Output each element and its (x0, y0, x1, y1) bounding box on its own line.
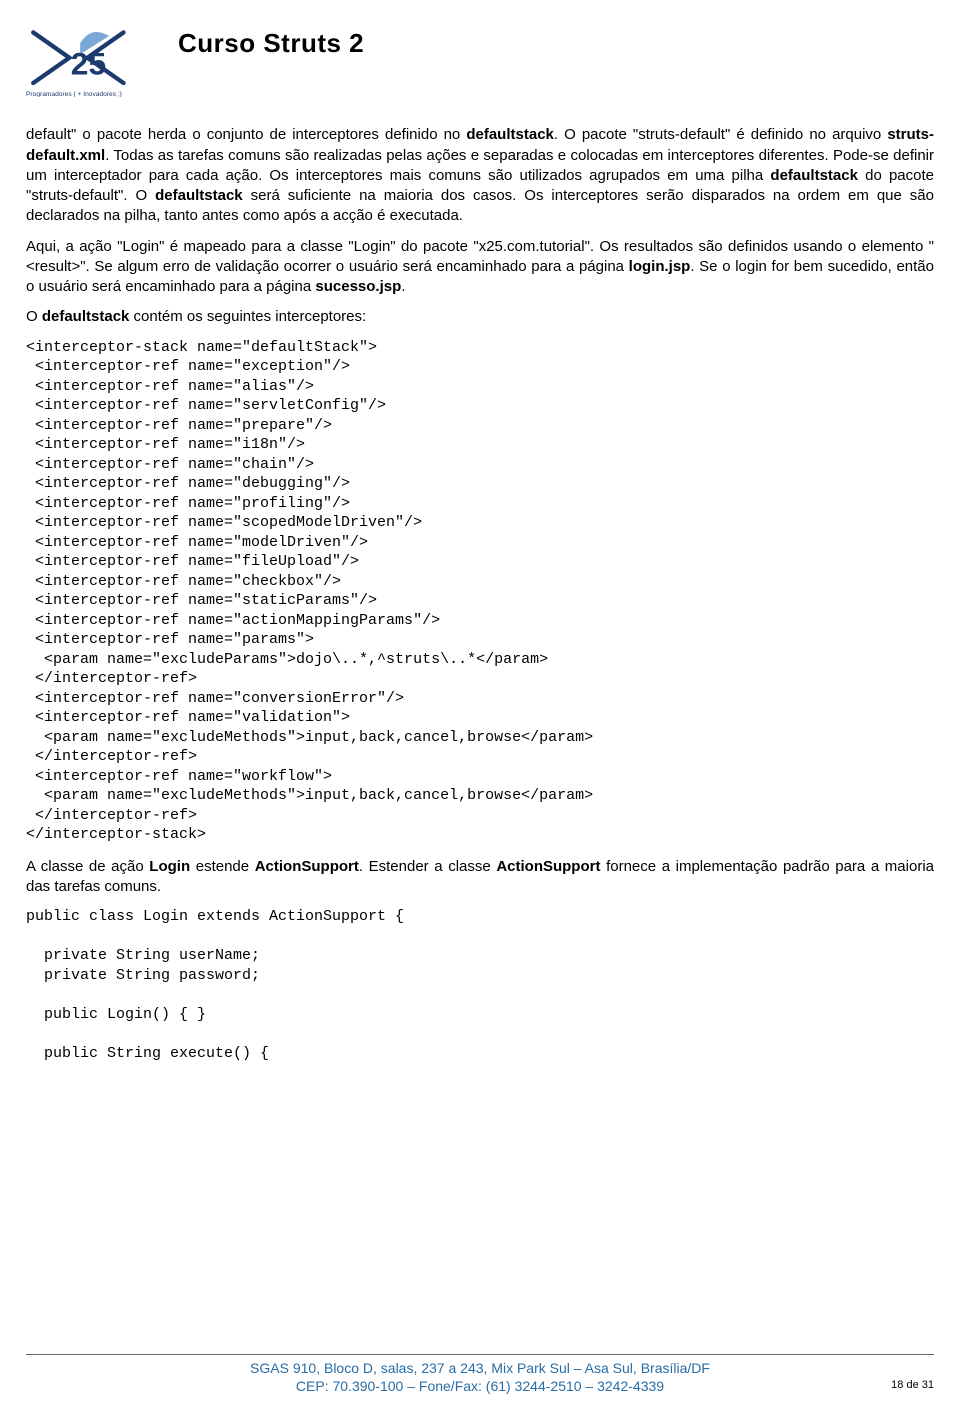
body-content: default" o pacote herda o conjunto de in… (26, 125, 934, 1063)
paragraph-3: O defaultstack contém os seguintes inter… (26, 307, 934, 327)
footer-divider (26, 1354, 934, 1355)
text: estende (190, 858, 255, 875)
text: A classe de ação (26, 858, 149, 875)
footer-address-2: CEP: 70.390-100 – Fone/Fax: (61) 3244-25… (26, 1377, 934, 1395)
course-title: Curso Struts 2 (178, 26, 364, 61)
text-bold: defaultstack (770, 167, 858, 184)
text-bold: ActionSupport (255, 858, 359, 875)
paragraph-2: Aqui, a ação "Login" é mapeado para a cl… (26, 237, 934, 298)
text: . (401, 278, 405, 295)
text: O (26, 308, 42, 325)
page-footer: SGAS 910, Bloco D, salas, 237 a 243, Mix… (26, 1354, 934, 1395)
code-block-interceptors: <interceptor-stack name="defaultStack"> … (26, 338, 934, 845)
logo: 25 Programadores { + Inovadores ;} (26, 18, 156, 97)
text: . O pacote "struts-default" é definido n… (554, 126, 887, 143)
paragraph-1: default" o pacote herda o conjunto de in… (26, 125, 934, 226)
document-page: 25 Programadores { + Inovadores ;} Curso… (0, 0, 960, 1405)
paragraph-4: A classe de ação Login estende ActionSup… (26, 857, 934, 898)
text-bold: sucesso.jsp (315, 278, 401, 295)
text: default" o pacote herda o conjunto de in… (26, 126, 466, 143)
page-header: 25 Programadores { + Inovadores ;} Curso… (26, 18, 934, 97)
text-bold: defaultstack (42, 308, 130, 325)
text-bold: login.jsp (629, 258, 691, 275)
text: contém os seguintes interceptores: (129, 308, 366, 325)
text-bold: defaultstack (466, 126, 554, 143)
text-bold: ActionSupport (496, 858, 600, 875)
svg-text:25: 25 (71, 45, 106, 81)
code-block-login: public class Login extends ActionSupport… (26, 907, 934, 1063)
text-bold: Login (149, 858, 190, 875)
logo-tagline: Programadores { + Inovadores ;} (26, 91, 123, 97)
footer-address-1: SGAS 910, Bloco D, salas, 237 a 243, Mix… (26, 1359, 934, 1377)
text-bold: defaultstack (155, 187, 243, 204)
page-number: 18 de 31 (891, 1378, 934, 1393)
x25-logo-icon: 25 Programadores { + Inovadores ;} (26, 18, 156, 97)
text: . Estender a classe (359, 858, 496, 875)
